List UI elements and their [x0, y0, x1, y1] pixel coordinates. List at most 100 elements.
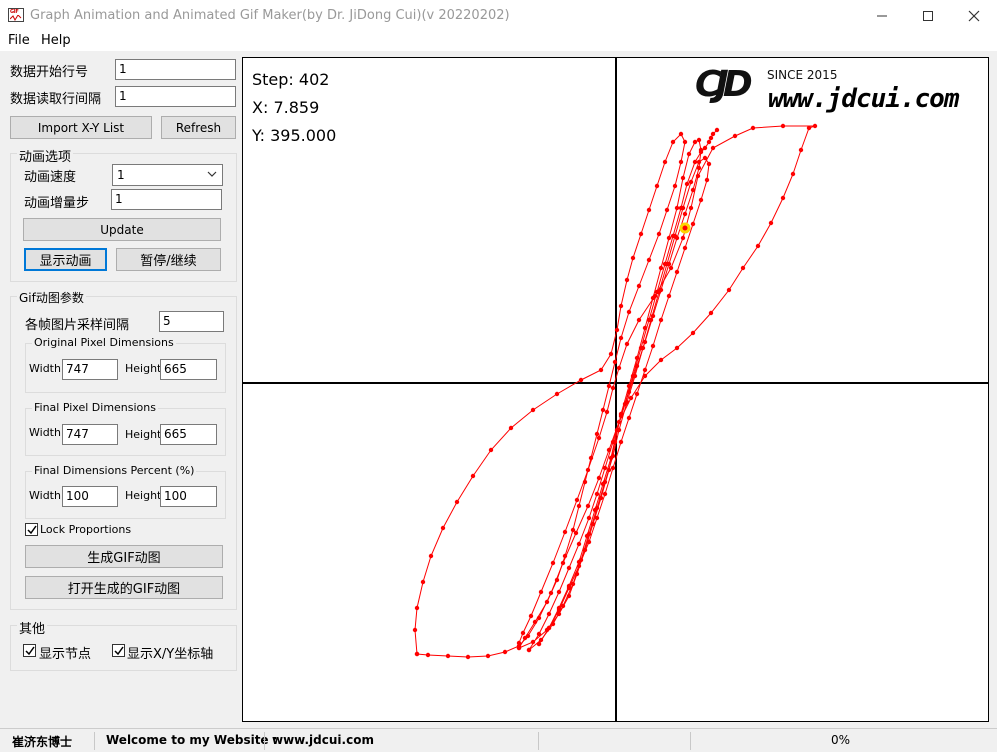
curve-node — [586, 515, 592, 521]
curve-node — [594, 491, 600, 497]
curve-line — [414, 133, 686, 655]
logo-letters: CJD — [695, 64, 753, 105]
curve-node — [708, 310, 714, 316]
maximize-icon — [923, 10, 933, 21]
curve-node — [445, 653, 451, 659]
curve-node — [690, 221, 696, 227]
checkmark-icon — [25, 646, 35, 656]
curve-node — [554, 577, 560, 583]
logo-url: www.jdcui.com — [768, 84, 959, 114]
percent-height-label: Height — [125, 489, 162, 502]
curve-node — [562, 529, 568, 535]
final-height-input[interactable]: 665 — [160, 424, 217, 445]
show-axes-checkbox[interactable] — [112, 644, 125, 657]
curve-node — [692, 139, 698, 145]
curve-node — [612, 359, 618, 365]
original-dimensions-title: Original Pixel Dimensions — [32, 336, 176, 349]
close-button[interactable] — [951, 0, 997, 31]
row-interval-input[interactable]: 1 — [115, 86, 236, 107]
curve-node — [658, 317, 664, 323]
curve-node — [686, 151, 692, 157]
curve-node — [488, 447, 494, 453]
final-height-label: Height — [125, 428, 162, 441]
curve-node — [726, 287, 732, 293]
status-separator — [94, 732, 95, 750]
gif-params-title: Gif动图参数 — [17, 289, 86, 306]
curve-node — [806, 125, 812, 131]
curve-node — [598, 367, 604, 373]
current-point-center — [682, 225, 688, 231]
refresh-button[interactable]: Refresh — [161, 116, 236, 139]
curve-node — [420, 579, 426, 585]
update-button[interactable]: Update — [23, 218, 221, 241]
original-height-input[interactable]: 665 — [160, 359, 217, 380]
pause-resume-button[interactable]: 暂停/继续 — [116, 248, 221, 271]
frame-interval-label: 各帧图片采样间隔 — [25, 318, 130, 333]
minimize-button[interactable] — [859, 0, 905, 31]
row-interval-label: 数据读取行间隔 — [10, 92, 102, 107]
show-nodes-checkbox[interactable] — [23, 644, 36, 657]
window-title: Graph Animation and Animated Gif Maker(b… — [30, 8, 510, 23]
curve-node — [546, 611, 552, 617]
maximize-button[interactable] — [905, 0, 951, 31]
final-width-label: Width — [29, 426, 61, 439]
y-readout: Y: 395.000 — [252, 126, 337, 145]
curve-node — [682, 211, 688, 217]
curve-node — [780, 123, 786, 129]
curve-node — [646, 207, 652, 213]
percent-dimensions-title: Final Dimensions Percent (%) — [32, 464, 197, 477]
curve-node — [530, 639, 536, 645]
curve-node — [554, 391, 560, 397]
percent-width-input[interactable]: 100 — [62, 486, 118, 507]
curve-node — [570, 527, 576, 533]
frame-interval-input[interactable]: 5 — [159, 311, 224, 332]
start-row-input[interactable]: 1 — [115, 59, 236, 80]
curve-node — [666, 293, 672, 299]
curve-node — [646, 317, 652, 323]
chevron-down-icon — [207, 171, 217, 177]
curve-node — [780, 195, 786, 201]
curve-node — [600, 481, 606, 487]
curve-node — [516, 645, 522, 651]
curve-node — [678, 131, 684, 137]
increment-input[interactable]: 1 — [111, 189, 222, 210]
curve-node — [790, 171, 796, 177]
menu-file[interactable]: File — [8, 33, 30, 48]
open-gif-button[interactable]: 打开生成的GIF动图 — [25, 576, 223, 599]
generate-gif-button[interactable]: 生成GIF动图 — [25, 545, 223, 568]
show-animation-button[interactable]: 显示动画 — [24, 248, 107, 271]
curve-node — [602, 491, 608, 497]
status-website[interactable]: www.jdcui.com — [272, 733, 374, 747]
import-xy-list-button[interactable]: Import X-Y List — [10, 116, 152, 139]
speed-select[interactable]: 1 — [112, 164, 223, 186]
menu-help[interactable]: Help — [41, 33, 71, 48]
curve-node — [658, 357, 664, 363]
curve-node — [698, 197, 704, 203]
show-axes-label: 显示X/Y坐标轴 — [127, 647, 214, 662]
original-width-label: Width — [29, 362, 61, 375]
original-width-input[interactable]: 747 — [62, 359, 118, 380]
status-welcome: Welcome to my Website : — [106, 733, 278, 747]
status-separator — [538, 732, 539, 750]
curve-node — [470, 473, 476, 479]
curve-node — [532, 619, 538, 625]
curve-node — [626, 415, 632, 421]
curve-node — [546, 625, 552, 631]
curve-node — [630, 373, 636, 379]
status-separator — [690, 732, 691, 750]
curve-node — [502, 649, 508, 655]
show-nodes-label: 显示节点 — [39, 647, 92, 662]
curve-node — [666, 235, 672, 241]
curve-node — [688, 205, 694, 211]
curve-node — [696, 137, 702, 143]
final-width-input[interactable]: 747 — [62, 424, 118, 445]
curve-node — [668, 265, 674, 271]
menu-bar: File Help — [0, 31, 997, 51]
curve-node — [656, 231, 662, 237]
curve-node — [630, 255, 636, 261]
curve-node — [755, 243, 761, 249]
percent-height-input[interactable]: 100 — [160, 486, 217, 507]
curve-node — [670, 233, 676, 239]
lock-proportions-checkbox[interactable] — [25, 523, 38, 536]
curve-node — [636, 317, 642, 323]
